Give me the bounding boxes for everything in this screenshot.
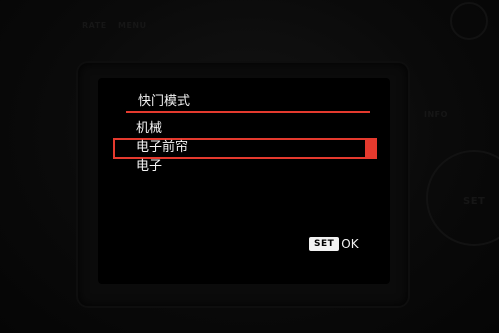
- option-electronic-first-curtain[interactable]: 电子前帘: [134, 139, 188, 156]
- rate-button[interactable]: RATE: [82, 21, 107, 30]
- menu-title: 快门模式: [138, 94, 191, 109]
- menu-button[interactable]: MENU: [118, 21, 147, 30]
- top-dial[interactable]: [450, 2, 488, 40]
- set-ok-hint[interactable]: SET OK: [309, 237, 359, 251]
- selection-tab: [365, 138, 377, 159]
- info-button[interactable]: INFO: [424, 110, 448, 119]
- option-mechanical[interactable]: 机械: [134, 120, 162, 137]
- title-underline: [126, 111, 370, 113]
- option-electronic[interactable]: 电子: [134, 158, 162, 175]
- set-badge: SET: [309, 237, 340, 251]
- ok-label: OK: [341, 237, 359, 251]
- control-dial[interactable]: [426, 150, 499, 246]
